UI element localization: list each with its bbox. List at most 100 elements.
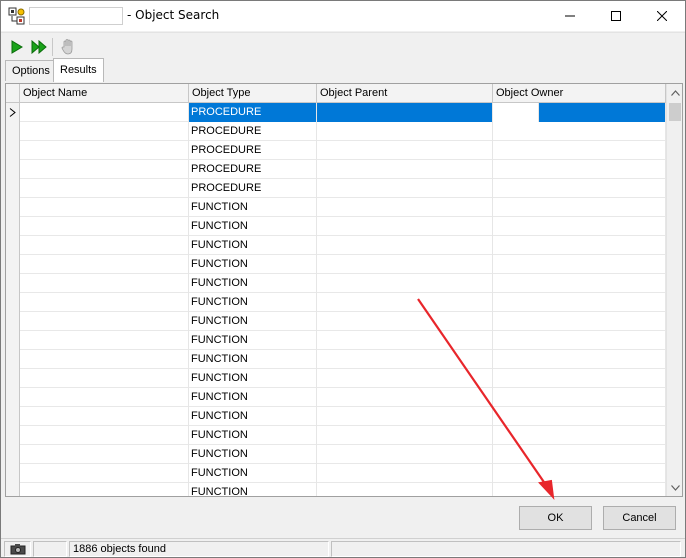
cell-object-type[interactable]: FUNCTION [189, 274, 317, 293]
results-grid[interactable]: Object Name Object Type Object Parent Ob… [5, 83, 683, 497]
scrollbar-thumb[interactable] [669, 103, 681, 121]
cell-object-owner[interactable] [493, 179, 666, 198]
cell-object-name[interactable] [20, 350, 189, 369]
cell-object-parent[interactable] [317, 160, 493, 179]
cell-object-name[interactable] [20, 160, 189, 179]
cell-object-type[interactable]: FUNCTION [189, 198, 317, 217]
cell-object-type[interactable]: FUNCTION [189, 464, 317, 483]
cell-object-type[interactable]: FUNCTION [189, 350, 317, 369]
row-header[interactable] [6, 464, 20, 483]
cell-object-parent[interactable] [317, 217, 493, 236]
cell-object-owner[interactable] [493, 274, 666, 293]
cell-object-type[interactable]: PROCEDURE [189, 122, 317, 141]
row-header[interactable] [6, 369, 20, 388]
cell-object-type[interactable]: PROCEDURE [189, 179, 317, 198]
cell-object-owner[interactable] [493, 255, 666, 274]
column-header-object-type[interactable]: Object Type [189, 84, 317, 103]
row-header[interactable] [6, 293, 20, 312]
close-button[interactable] [639, 1, 685, 31]
cell-object-type[interactable]: PROCEDURE [189, 141, 317, 160]
cell-object-parent[interactable] [317, 388, 493, 407]
table-row[interactable]: FUNCTION [6, 369, 666, 388]
table-row[interactable]: FUNCTION [6, 236, 666, 255]
cell-object-parent[interactable] [317, 293, 493, 312]
table-row[interactable]: FUNCTION [6, 198, 666, 217]
cell-object-name[interactable] [20, 388, 189, 407]
cell-object-parent[interactable] [317, 426, 493, 445]
cell-object-type[interactable]: FUNCTION [189, 217, 317, 236]
cell-object-parent[interactable] [317, 331, 493, 350]
scroll-up-button[interactable] [667, 84, 682, 101]
row-header[interactable] [6, 483, 20, 496]
vertical-scrollbar[interactable] [666, 84, 682, 496]
table-row[interactable]: FUNCTION [6, 445, 666, 464]
cell-object-type[interactable]: FUNCTION [189, 483, 317, 496]
table-row[interactable]: FUNCTION [6, 483, 666, 496]
cell-object-name[interactable] [20, 293, 189, 312]
cell-object-parent[interactable] [317, 445, 493, 464]
cell-object-name[interactable] [20, 483, 189, 496]
column-header-object-owner[interactable]: Object Owner [493, 84, 666, 103]
run-button[interactable] [6, 36, 28, 58]
cell-object-name[interactable] [20, 331, 189, 350]
cancel-button[interactable]: Cancel [603, 506, 676, 530]
cell-object-name[interactable] [20, 407, 189, 426]
cell-object-type[interactable]: FUNCTION [189, 312, 317, 331]
cell-object-type[interactable]: FUNCTION [189, 426, 317, 445]
cell-object-owner[interactable] [493, 236, 666, 255]
row-header[interactable] [6, 331, 20, 350]
cell-object-parent[interactable] [317, 369, 493, 388]
table-row[interactable]: FUNCTION [6, 350, 666, 369]
cell-object-name[interactable] [20, 464, 189, 483]
column-header-object-parent[interactable]: Object Parent [317, 84, 493, 103]
cell-object-owner[interactable] [493, 426, 666, 445]
row-header[interactable] [6, 445, 20, 464]
cell-object-name[interactable] [20, 312, 189, 331]
cell-object-parent[interactable] [317, 236, 493, 255]
cell-object-owner[interactable] [493, 464, 666, 483]
cell-object-owner[interactable] [493, 141, 666, 160]
cell-object-name[interactable] [20, 122, 189, 141]
cell-object-owner[interactable] [493, 483, 666, 496]
cell-object-name[interactable] [20, 255, 189, 274]
cell-object-parent[interactable] [317, 122, 493, 141]
cell-object-parent[interactable] [317, 103, 493, 122]
table-row[interactable]: PROCEDURE [6, 103, 666, 122]
row-header[interactable] [6, 179, 20, 198]
row-header[interactable] [6, 388, 20, 407]
row-header[interactable] [6, 160, 20, 179]
table-row[interactable]: FUNCTION [6, 388, 666, 407]
cell-object-owner[interactable] [493, 445, 666, 464]
row-header[interactable] [6, 407, 20, 426]
cell-object-name[interactable] [20, 445, 189, 464]
column-header-object-name[interactable]: Object Name [20, 84, 189, 103]
cell-object-name[interactable] [20, 369, 189, 388]
cell-object-parent[interactable] [317, 198, 493, 217]
cell-object-name[interactable] [20, 217, 189, 236]
cell-object-name[interactable] [20, 103, 189, 122]
table-row[interactable]: FUNCTION [6, 331, 666, 350]
maximize-button[interactable] [593, 1, 639, 31]
row-header[interactable] [6, 103, 20, 122]
ok-button[interactable]: OK [519, 506, 592, 530]
cell-object-owner[interactable] [493, 160, 666, 179]
cell-object-type[interactable]: FUNCTION [189, 236, 317, 255]
cell-object-parent[interactable] [317, 141, 493, 160]
cell-object-parent[interactable] [317, 407, 493, 426]
table-row[interactable]: FUNCTION [6, 407, 666, 426]
cell-object-parent[interactable] [317, 179, 493, 198]
row-header[interactable] [6, 350, 20, 369]
cell-object-type[interactable]: FUNCTION [189, 293, 317, 312]
table-row[interactable]: PROCEDURE [6, 141, 666, 160]
cell-object-type[interactable]: FUNCTION [189, 407, 317, 426]
cell-object-parent[interactable] [317, 350, 493, 369]
table-row[interactable]: FUNCTION [6, 293, 666, 312]
row-header[interactable] [6, 217, 20, 236]
cell-object-name[interactable] [20, 426, 189, 445]
tab-results[interactable]: Results [53, 58, 104, 82]
cell-object-owner[interactable] [493, 217, 666, 236]
cell-object-parent[interactable] [317, 255, 493, 274]
cell-object-parent[interactable] [317, 274, 493, 293]
cell-object-type[interactable]: PROCEDURE [189, 160, 317, 179]
cell-object-owner[interactable] [493, 122, 666, 141]
